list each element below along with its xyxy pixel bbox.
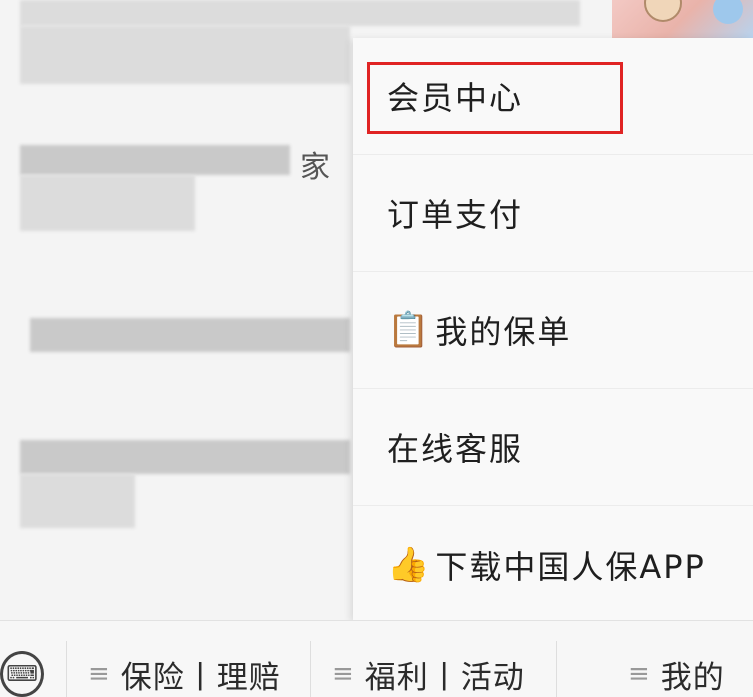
divider xyxy=(556,641,557,697)
menu-item-online-service[interactable]: 在线客服 xyxy=(353,389,753,506)
menu-lines-icon: ≡ xyxy=(88,659,111,689)
keyboard-icon[interactable]: ⌨ xyxy=(0,651,44,697)
bottom-menu-bar: ⌨ ≡ 保险丨理赔 ≡ 福利丨活动 ≡ 我的 xyxy=(0,620,753,697)
divider xyxy=(66,641,67,697)
blurred-text-block xyxy=(20,175,195,231)
menu-item-label: 在线客服 xyxy=(387,430,524,468)
blurred-text-block xyxy=(20,145,290,175)
tab-label: 我的 xyxy=(660,659,725,696)
background-text-fragment: 家 xyxy=(300,150,331,185)
tab-benefits-activities[interactable]: ≡ 福利丨活动 xyxy=(332,651,525,697)
menu-item-order-payment[interactable]: 订单支付 xyxy=(353,155,753,272)
divider xyxy=(310,641,311,697)
avatar-figure xyxy=(644,0,682,22)
blurred-text-block xyxy=(20,0,580,26)
blurred-text-block xyxy=(20,474,135,528)
popup-menu: 会员中心 订单支付 📋 我的保单 在线客服 👍 下载中国人保APP xyxy=(353,38,753,620)
tab-insurance-claims[interactable]: ≡ 保险丨理赔 xyxy=(88,651,281,697)
blurred-text-block xyxy=(20,26,350,84)
clipboard-icon: 📋 xyxy=(387,310,432,350)
tab-label: 福利丨活动 xyxy=(364,659,525,696)
blurred-text-block xyxy=(20,440,350,474)
avatar-decoration xyxy=(713,0,743,24)
blurred-text-block xyxy=(30,318,350,352)
tab-my[interactable]: ≡ 我的 xyxy=(628,651,725,697)
avatar[interactable] xyxy=(612,0,753,38)
thumbs-up-icon: 👍 xyxy=(387,544,432,585)
menu-item-label: 下载中国人保APP xyxy=(435,547,706,586)
menu-item-label: 订单支付 xyxy=(387,196,524,234)
tab-label: 保险丨理赔 xyxy=(120,659,281,696)
menu-item-member-center[interactable]: 会员中心 xyxy=(353,38,753,155)
menu-item-download-app[interactable]: 👍 下载中国人保APP xyxy=(353,506,753,623)
menu-lines-icon: ≡ xyxy=(628,659,651,689)
menu-lines-icon: ≡ xyxy=(332,659,355,689)
menu-item-label: 会员中心 xyxy=(387,79,524,117)
menu-item-label: 我的保单 xyxy=(435,313,572,351)
menu-item-my-policy[interactable]: 📋 我的保单 xyxy=(353,272,753,389)
